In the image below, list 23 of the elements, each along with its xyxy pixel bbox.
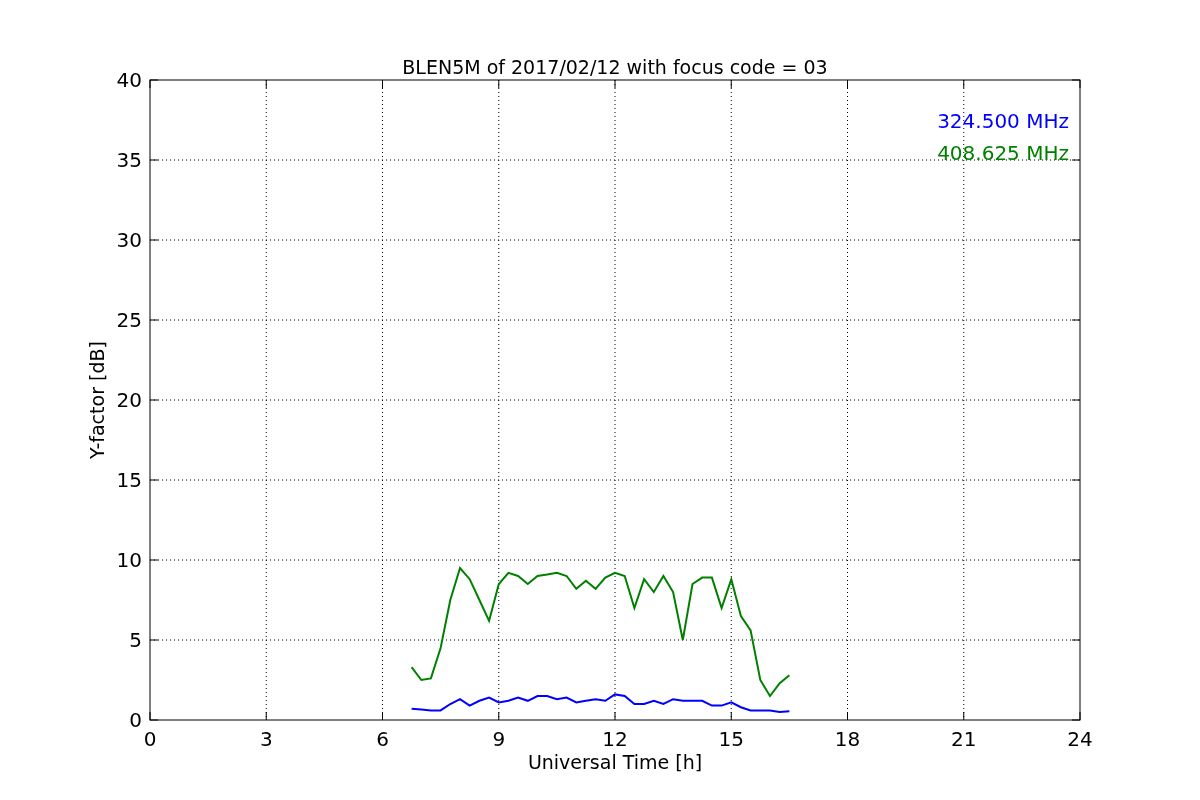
y-axis-label: Y-factor [dB] <box>86 341 108 459</box>
legend-label: 408.625 MHz <box>937 141 1069 165</box>
x-tick-label: 21 <box>951 727 977 751</box>
x-tick-label: 12 <box>602 727 628 751</box>
legend-label: 324.500 MHz <box>937 109 1069 133</box>
y-tick-label: 40 <box>116 68 142 92</box>
chart-title: BLEN5M of 2017/02/12 with focus code = 03 <box>402 56 828 78</box>
y-tick-label: 35 <box>116 148 142 172</box>
y-tick-label: 30 <box>116 228 142 252</box>
x-tick-label: 6 <box>376 727 389 751</box>
y-tick-label: 20 <box>116 388 142 412</box>
y-tick-label: 0 <box>129 708 142 732</box>
x-tick-label: 15 <box>718 727 744 751</box>
x-tick-label: 3 <box>259 727 273 751</box>
y-tick-label: 15 <box>116 468 142 492</box>
y-tick-label: 5 <box>129 628 142 652</box>
y-tick-label: 25 <box>116 308 142 332</box>
x-tick-label: 0 <box>143 727 157 751</box>
x-axis-label: Universal Time [h] <box>527 751 703 773</box>
x-tick-label: 9 <box>492 727 506 751</box>
x-tick-label: 24 <box>1067 727 1093 751</box>
y-tick-label: 10 <box>116 548 142 572</box>
x-tick-label: 18 <box>834 727 861 751</box>
